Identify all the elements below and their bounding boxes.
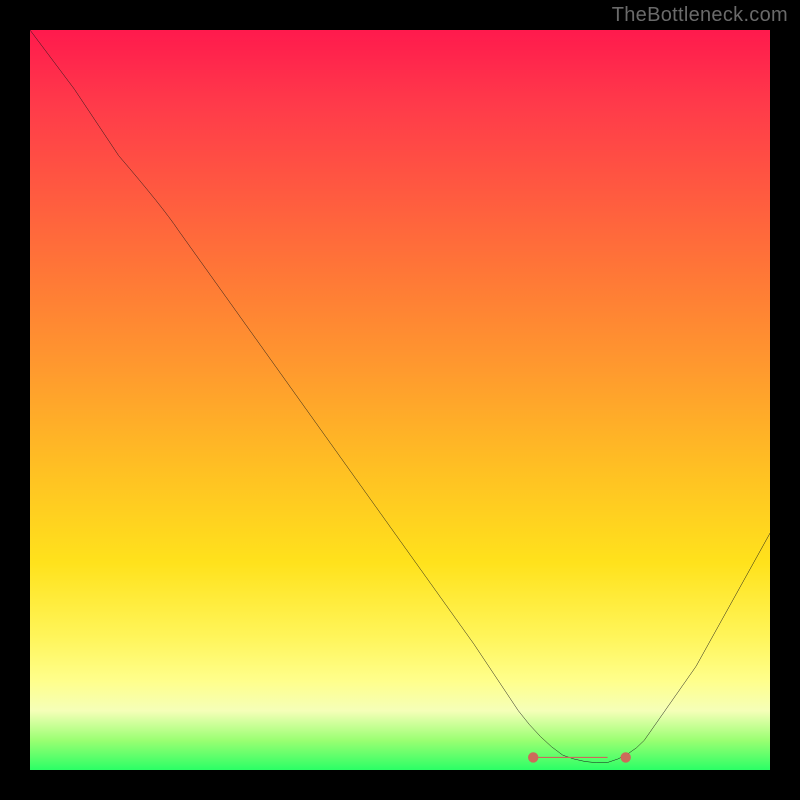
chart-stage: TheBottleneck.com <box>0 0 800 800</box>
marker-band <box>528 752 631 762</box>
chart-overlay <box>30 30 770 770</box>
watermark-text: TheBottleneck.com <box>612 4 788 27</box>
bottleneck-curve <box>30 30 770 763</box>
plot-area <box>30 30 770 770</box>
